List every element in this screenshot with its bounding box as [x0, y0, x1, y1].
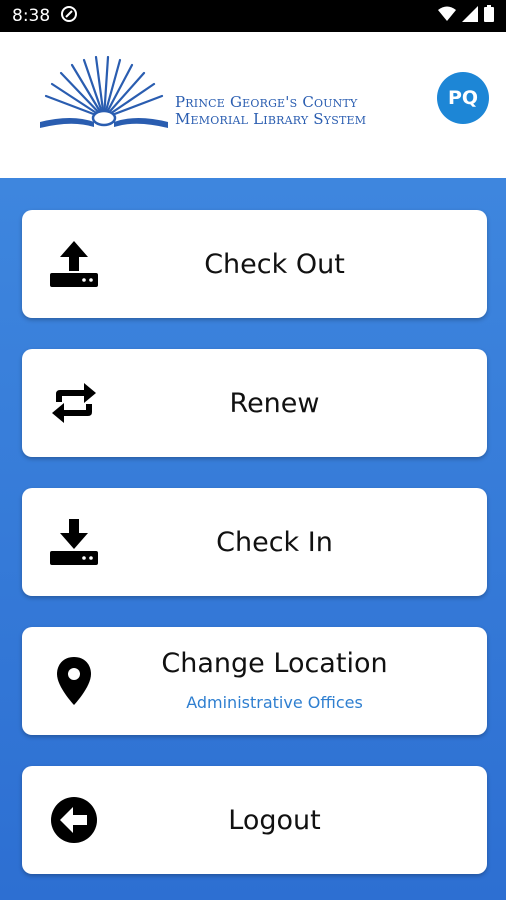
- check-out-label: Check Out: [204, 248, 345, 280]
- app-header: Prince George's County Memorial Library …: [0, 32, 506, 178]
- check-in-label: Check In: [216, 526, 333, 558]
- status-bar: 8:38: [0, 0, 506, 32]
- logo-line-1: Prince George's County: [175, 93, 358, 111]
- sunburst-book-icon: [40, 56, 168, 128]
- main-menu: Check Out Renew Check In Change Location…: [0, 178, 506, 900]
- logo-line-2: Memorial Library System: [175, 110, 367, 128]
- cellular-icon: [462, 5, 478, 27]
- current-location: Administrative Offices: [186, 693, 363, 712]
- wifi-icon: [438, 6, 456, 27]
- notification-icon: [60, 5, 78, 28]
- check-out-button[interactable]: Check Out: [22, 210, 487, 318]
- logout-label: Logout: [228, 804, 321, 836]
- change-location-label: Change Location: [161, 647, 388, 679]
- status-time: 8:38: [12, 6, 51, 26]
- user-avatar[interactable]: PQ: [437, 72, 489, 124]
- library-logo: Prince George's County Memorial Library …: [38, 56, 378, 136]
- change-location-button[interactable]: Change Location Administrative Offices: [22, 627, 487, 735]
- battery-icon: [484, 5, 494, 27]
- logout-button[interactable]: Logout: [22, 766, 487, 874]
- check-in-button[interactable]: Check In: [22, 488, 487, 596]
- renew-label: Renew: [229, 387, 320, 419]
- renew-button[interactable]: Renew: [22, 349, 487, 457]
- logo-wordmark: Prince George's County Memorial Library …: [175, 94, 366, 128]
